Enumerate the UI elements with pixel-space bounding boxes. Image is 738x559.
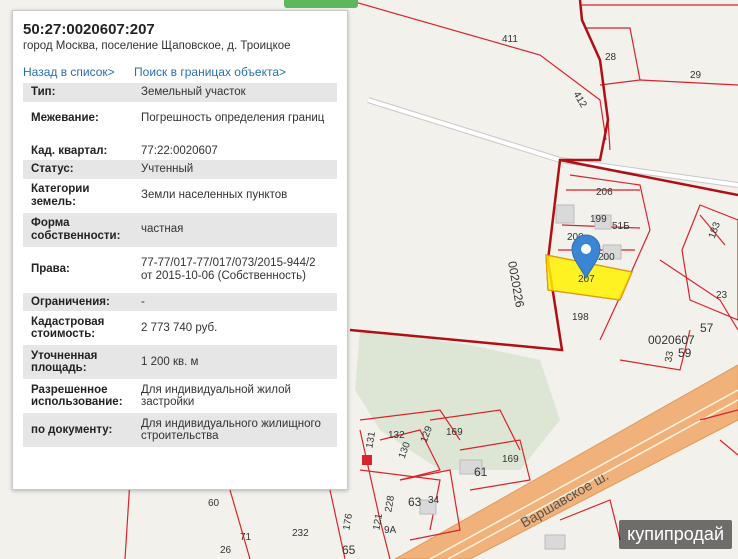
parcel-label: 200 [598, 252, 615, 263]
parcel-label: 169 [502, 454, 519, 465]
parcel-label: 57 [700, 321, 714, 335]
table-row: Кадастровая стоимость: 2 773 740 руб. [23, 311, 337, 345]
parcel-label: 232 [292, 528, 309, 539]
parcel-label: 199 [590, 214, 607, 225]
parcel-label: 61 [474, 465, 488, 479]
prop-value: - [133, 292, 337, 311]
prop-value: Для индивидуального жилищного строительс… [133, 413, 337, 447]
parcel-label: 65 [342, 543, 356, 557]
prop-value: Учтенный [133, 160, 337, 179]
parcel-label: 9А [384, 525, 397, 536]
prop-key: Уточненная площадь: [23, 345, 133, 379]
table-row: Тип: Земельный участок [23, 83, 337, 102]
table-row: Права: 77-77/017-77/017/073/2015-944/2 от… [23, 247, 337, 293]
parcel-label: 34 [428, 495, 440, 506]
parcel-label: 59 [678, 346, 692, 360]
parcel-label: 29 [690, 70, 702, 81]
prop-value: Земельный участок [133, 83, 337, 102]
prop-key: Кадастровая стоимость: [31, 315, 105, 341]
table-row: Форма собственности: частная [23, 212, 337, 247]
top-action-button[interactable] [284, 0, 358, 8]
quarter-label: 0020607 [648, 333, 695, 347]
parcel-label: 23 [716, 290, 728, 301]
table-row: Ограничения: - [23, 292, 337, 311]
table-row: Разрешенное использование: Для индивидуал… [23, 379, 337, 413]
prop-key: Кад. квартал: [31, 144, 108, 157]
prop-value: Погрешность определения границ [141, 112, 325, 125]
parcel-label: 132 [388, 430, 405, 441]
prop-value: Земли населенных пунктов [141, 189, 288, 202]
table-row: Уточненная площадь: 1 200 кв. м [23, 345, 337, 379]
prop-key: Права: [31, 263, 70, 276]
parcel-label: 411 [502, 34, 518, 45]
prop-key: Статус: [23, 160, 133, 179]
prop-key: Тип: [23, 83, 133, 102]
prop-key: Категории земель: [31, 183, 90, 208]
prop-key: по документу: [23, 413, 133, 447]
parcel-label: 28 [605, 52, 617, 63]
prop-value: 77-77/017-77/017/073/2015-944/2 от 2015-… [141, 257, 316, 282]
parcel-label: 51Б [612, 221, 630, 232]
parcel-label: 206 [596, 187, 613, 198]
table-row: по документу: Для индивидуального жилищно… [23, 413, 337, 447]
prop-value: Для индивидуальной жилой застройки [141, 383, 291, 409]
parcel-label: 60 [208, 498, 220, 509]
quarter-link[interactable]: 77:22:0020607 [133, 142, 337, 161]
prop-key: Форма собственности: [23, 212, 133, 247]
table-row: Категории земель: Земли населенных пункто… [23, 179, 337, 213]
table-row: Статус: Учтенный [23, 160, 337, 179]
parcel-label: 71 [240, 532, 252, 543]
search-in-bounds-link[interactable]: Поиск в границах объекта> [134, 65, 286, 79]
prop-key: Межевание: [31, 112, 99, 125]
back-to-list-link[interactable]: Назад в список> [23, 65, 115, 79]
prop-value: 1 200 кв. м [133, 345, 337, 379]
parcel-info-panel: 50:27:0020607:207 город Москва, поселени… [12, 10, 348, 490]
address: город Москва, поселение Щаповское, д. Тр… [23, 40, 291, 52]
parcel-label: 63 [408, 495, 422, 509]
properties-table: Тип: Земельный участок Межевание: Погрешно… [23, 83, 337, 447]
parcel-label: 198 [572, 312, 589, 323]
parcel-label: 169 [446, 427, 463, 438]
prop-value: 2 773 740 руб. [141, 321, 218, 334]
prop-key: Разрешенное использование: [31, 383, 123, 409]
watermark: купипродай [619, 520, 732, 549]
prop-value: частная [133, 212, 337, 247]
table-row: Межевание: Погрешность определения границ [23, 102, 337, 136]
cadastral-number: 50:27:0020607:207 [23, 21, 155, 38]
parcel-label: 26 [220, 545, 232, 556]
prop-key: Ограничения: [23, 292, 133, 311]
table-row: Кад. квартал: 77:22:0020607 [23, 142, 337, 161]
